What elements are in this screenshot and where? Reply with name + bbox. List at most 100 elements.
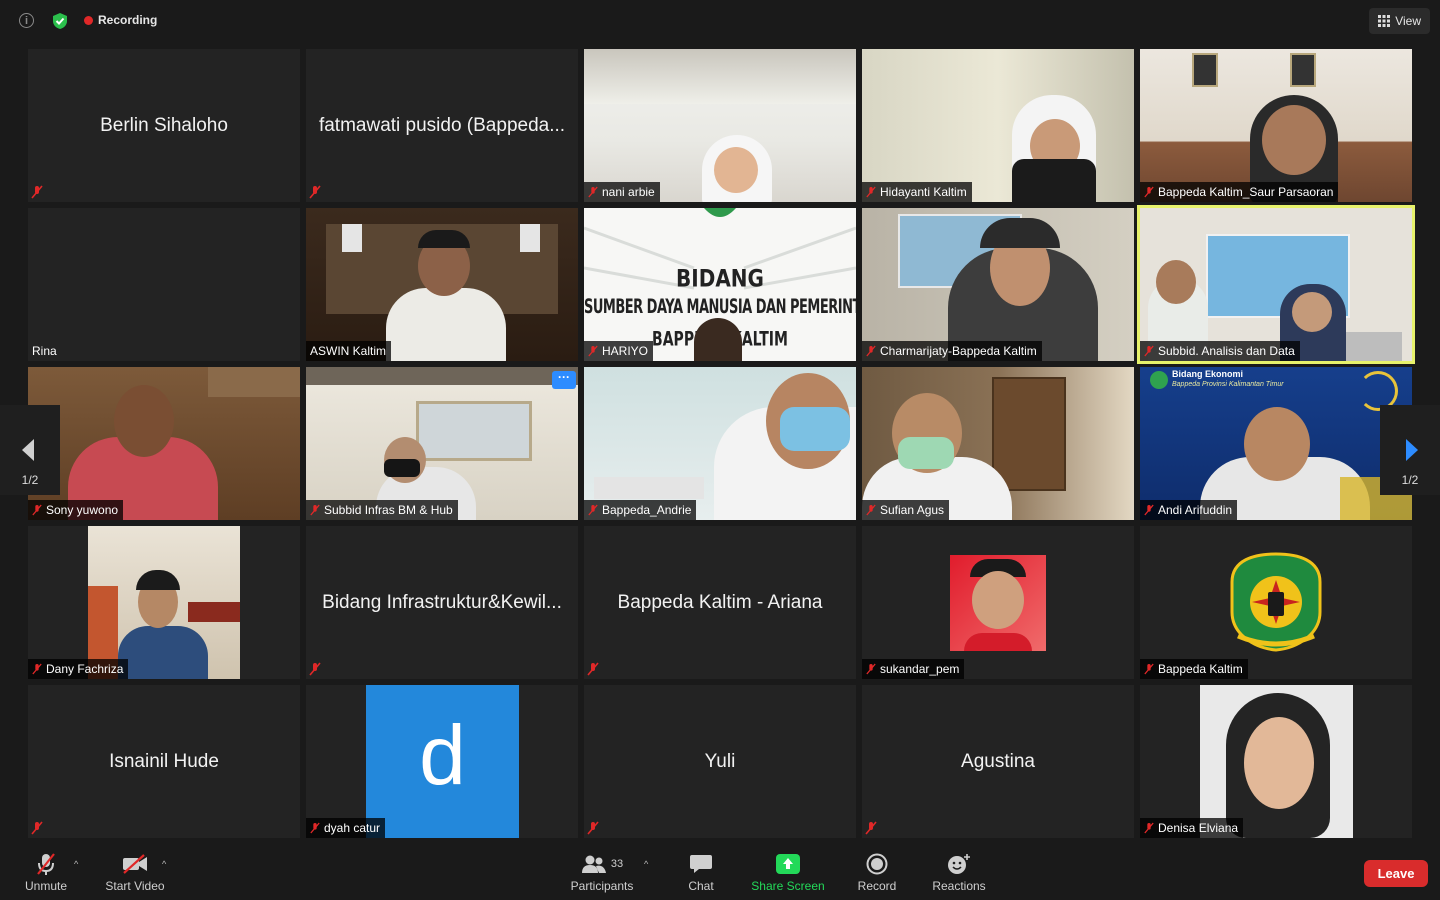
participant-name-center: Isnainil Hude — [109, 751, 219, 772]
leave-button[interactable]: Leave — [1364, 860, 1428, 887]
participant-name-label: dyah catur — [306, 818, 386, 838]
participant-tile[interactable]: Hidayanti Kaltim — [862, 49, 1134, 202]
record-button[interactable]: Record — [850, 851, 904, 893]
participant-name-center: Berlin Sihaloho — [100, 115, 228, 136]
recording-dot-icon — [84, 15, 93, 25]
participant-tile[interactable]: BIDANG SUMBER DAYA MANUSIA DAN PEMERINTA… — [584, 208, 856, 361]
participant-name: sukandar_pem — [880, 662, 960, 676]
participant-tile[interactable]: Berlin Sihaloho — [28, 49, 300, 202]
more-options-button[interactable]: ··· — [552, 371, 576, 389]
start-video-button[interactable]: Start Video — [100, 851, 170, 893]
muted-mic-icon — [310, 822, 320, 834]
participant-tile[interactable]: Charmarijaty-Bappeda Kaltim — [862, 208, 1134, 361]
next-page-button[interactable]: 1/2 — [1380, 405, 1440, 495]
participant-name-label: Bappeda_Andrie — [584, 500, 697, 520]
muted-mic-icon — [31, 821, 43, 835]
participant-tile[interactable]: fatmawati pusido (Bappeda... — [306, 49, 578, 202]
page-indicator: 1/2 — [1401, 473, 1419, 487]
participant-tile[interactable]: sukandar_pem — [862, 526, 1134, 679]
participant-tile[interactable]: Bappeda_Andrie — [584, 367, 856, 520]
participant-tile-active-speaker[interactable]: Subbid. Analisis dan Data — [1137, 205, 1415, 364]
video-feed — [862, 367, 1134, 520]
info-icon[interactable]: i — [19, 13, 34, 28]
participant-name-label: Charmarijaty-Bappeda Kaltim — [862, 341, 1042, 361]
recording-indicator[interactable]: Recording — [84, 13, 157, 27]
participant-tile[interactable]: Agustina — [862, 685, 1134, 838]
participant-tile[interactable]: Bidang Ekonomi Bappeda Provinsi Kalimant… — [1140, 367, 1412, 520]
profile-photo — [1200, 685, 1353, 838]
record-icon — [866, 853, 888, 875]
participant-tile[interactable]: Sufian Agus — [862, 367, 1134, 520]
video-feed — [306, 367, 578, 520]
participant-name: Sufian Agus — [880, 503, 945, 517]
muted-mic-icon — [866, 186, 876, 198]
letter-avatar: d — [366, 685, 519, 838]
participant-name-label: Bappeda Kaltim — [1140, 659, 1248, 679]
participants-options-caret[interactable]: ^ — [644, 859, 648, 869]
muted-mic-icon — [1144, 822, 1154, 834]
participant-name: Bappeda Kaltim_Saur Parsaoran — [1158, 185, 1334, 199]
muted-mic-icon — [310, 504, 320, 516]
unmute-label: Unmute — [24, 879, 68, 893]
participant-name-label: Denisa Elviana — [1140, 818, 1244, 838]
participant-name-center: Agustina — [961, 751, 1035, 772]
participant-tile[interactable]: ··· Subbid Infras BM & Hub — [306, 367, 578, 520]
muted-mic-icon — [32, 663, 42, 675]
participant-tile[interactable]: Dany Fachriza — [28, 526, 300, 679]
microphone-muted-icon — [37, 853, 55, 875]
participants-button[interactable]: 33 Participants — [564, 851, 640, 893]
participant-tile[interactable]: Sony yuwono — [28, 367, 300, 520]
top-bar: i Recording View — [0, 0, 1440, 44]
view-button[interactable]: View — [1369, 8, 1430, 34]
participant-name: Bappeda_Andrie — [602, 503, 692, 517]
slide-text-1: BIDANG — [676, 263, 764, 293]
participant-name-label: ASWIN Kaltim — [306, 341, 392, 361]
muted-mic-icon — [32, 504, 42, 516]
video-feed — [306, 208, 578, 361]
muted-mic-icon — [588, 186, 598, 198]
profile-photo — [88, 526, 240, 679]
banner-subtitle: Bappeda Provinsi Kalimantan Timur — [1172, 381, 1284, 388]
participant-name-label: nani arbie — [584, 182, 660, 202]
participant-tile[interactable]: Bidang Infrastruktur&Kewil... — [306, 526, 578, 679]
unmute-button[interactable]: Unmute — [18, 851, 74, 893]
regional-emblem-logo — [1230, 552, 1322, 652]
video-feed — [1140, 208, 1412, 361]
participant-name: Subbid Infras BM & Hub — [324, 503, 453, 517]
participant-tile[interactable]: ASWIN Kaltim — [306, 208, 578, 361]
participant-tile[interactable]: Isnainil Hude — [28, 685, 300, 838]
participant-tile[interactable]: Bappeda Kaltim — [1140, 526, 1412, 679]
participant-tile[interactable]: Bappeda Kaltim - Ariana — [584, 526, 856, 679]
participant-tile[interactable]: nani arbie — [584, 49, 856, 202]
video-feed: Bidang Ekonomi Bappeda Provinsi Kalimant… — [1140, 367, 1412, 520]
meeting-toolbar: Unmute ^ Start Video ^ 33 Participants ^ — [0, 845, 1440, 900]
shield-check-icon[interactable] — [52, 12, 68, 30]
share-screen-label: Share Screen — [751, 879, 825, 893]
participant-tile[interactable]: Yuli — [584, 685, 856, 838]
start-video-label: Start Video — [105, 879, 165, 893]
participant-tile[interactable]: Rina — [28, 208, 300, 361]
participant-name-label: sukandar_pem — [862, 659, 965, 679]
chevron-left-icon — [22, 439, 34, 461]
share-screen-button[interactable]: Share Screen — [746, 851, 830, 893]
muted-mic-icon — [865, 821, 877, 835]
previous-page-button[interactable]: 1/2 — [0, 405, 60, 495]
participant-tile[interactable]: d dyah catur — [306, 685, 578, 838]
muted-mic-icon — [866, 663, 876, 675]
grid-icon — [1378, 15, 1391, 27]
participant-name: Hidayanti Kaltim — [880, 185, 967, 199]
participant-name: dyah catur — [324, 821, 381, 835]
participant-name-label: Sony yuwono — [28, 500, 124, 520]
audio-options-caret[interactable]: ^ — [74, 859, 78, 869]
participant-name: Dany Fachriza — [46, 662, 124, 676]
chat-button[interactable]: Chat — [676, 851, 726, 893]
video-options-caret[interactable]: ^ — [162, 859, 166, 869]
video-feed — [584, 49, 856, 202]
participant-tile[interactable]: Bappeda Kaltim_Saur Parsaoran — [1140, 49, 1412, 202]
participant-name-label: Sufian Agus — [862, 500, 950, 520]
participant-tile[interactable]: Denisa Elviana — [1140, 685, 1412, 838]
smiley-plus-icon — [948, 854, 970, 874]
muted-mic-icon — [587, 662, 599, 676]
reactions-button[interactable]: Reactions — [926, 851, 992, 893]
view-label: View — [1395, 14, 1421, 28]
